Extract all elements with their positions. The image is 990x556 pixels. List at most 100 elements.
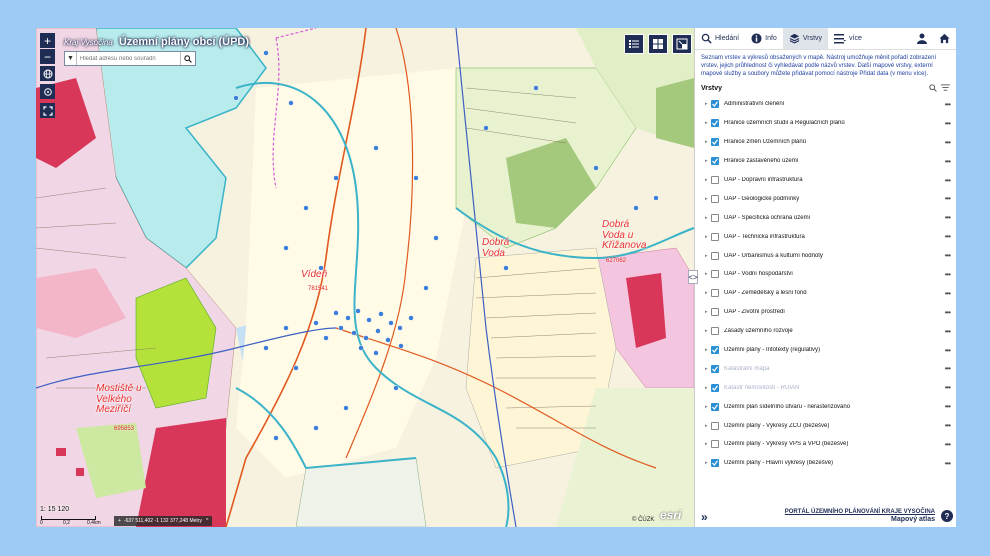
zoom-in-button[interactable]: +: [40, 33, 55, 48]
layer-row[interactable]: ▸ Územní plány - Hlavní výkresy (bezešvé)…: [705, 454, 951, 473]
side-panel: Hledání Info Vrstvy více Seznam vrstev a…: [694, 28, 956, 527]
more-options-icon[interactable]: •••: [936, 100, 951, 109]
layer-row[interactable]: ▸ ÚAP - Urbanismus a kulturní hodnoty •••: [705, 246, 951, 265]
layer-checkbox[interactable]: [711, 402, 719, 411]
layer-row[interactable]: ▸ Územní plány - Infotexty (regulativy) ••…: [705, 341, 951, 360]
tab-more[interactable]: více: [828, 28, 868, 49]
more-options-icon[interactable]: •••: [936, 194, 951, 203]
layer-checkbox[interactable]: [711, 100, 719, 109]
layer-row[interactable]: ▸ Katastr nemovitostí - RÚIAN •••: [705, 378, 951, 397]
more-options-icon[interactable]: •••: [936, 138, 951, 147]
layer-label: Hranice územních studií a Regulačních pl…: [724, 120, 845, 127]
layer-row[interactable]: ▸ ÚAP - Životní prostředí •••: [705, 303, 951, 322]
layer-checkbox[interactable]: [711, 346, 719, 355]
layer-row[interactable]: ▸ ÚAP - Geologické podmínky •••: [705, 189, 951, 208]
layer-checkbox[interactable]: [711, 421, 719, 430]
more-options-icon[interactable]: •••: [936, 327, 951, 336]
search-icon[interactable]: [929, 84, 937, 92]
search-input[interactable]: [77, 52, 180, 65]
layer-checkbox[interactable]: [711, 270, 719, 279]
layer-row[interactable]: ▸ Územní plán sídelního útvaru - neraster…: [705, 397, 951, 416]
more-options-icon[interactable]: •••: [936, 213, 951, 222]
more-options-icon[interactable]: •••: [936, 440, 951, 449]
locate-button[interactable]: [40, 84, 55, 99]
search-button[interactable]: [180, 52, 195, 65]
scale-text: 1: 15 120: [40, 506, 70, 513]
more-options-icon[interactable]: •••: [936, 459, 951, 468]
layer-checkbox[interactable]: [711, 308, 719, 317]
legend-button[interactable]: [624, 34, 644, 54]
more-options-icon[interactable]: •••: [936, 308, 951, 317]
tab-info[interactable]: Info: [745, 28, 783, 49]
home-button[interactable]: [933, 28, 956, 49]
user-button[interactable]: [911, 28, 933, 49]
more-options-icon[interactable]: •••: [936, 232, 951, 241]
help-button[interactable]: ?: [941, 510, 953, 522]
layer-label: ÚAP - Specifická ochrana území: [724, 214, 811, 221]
panel-collapse-handle[interactable]: <>: [688, 270, 698, 284]
layer-row[interactable]: ▸ Hranice změn Územních plánů •••: [705, 133, 951, 152]
address-search: ▼: [64, 51, 196, 66]
more-options-icon[interactable]: •••: [936, 119, 951, 128]
layer-row[interactable]: ▸ ÚAP - Specifická ochrana území •••: [705, 208, 951, 227]
search-source-dropdown[interactable]: ▼: [65, 52, 77, 65]
home-icon: [939, 33, 950, 44]
more-options-icon[interactable]: •••: [936, 251, 951, 260]
tab-search[interactable]: Hledání: [695, 28, 745, 49]
plus-icon: +: [118, 518, 121, 524]
more-options-icon[interactable]: •••: [936, 383, 951, 392]
layer-checkbox[interactable]: [711, 383, 719, 392]
more-options-icon[interactable]: •••: [936, 402, 951, 411]
fullscreen-button[interactable]: [40, 103, 55, 118]
layer-checkbox[interactable]: [711, 289, 719, 298]
layer-checkbox[interactable]: [711, 138, 719, 147]
scale-tick-0: 0: [40, 520, 43, 526]
tab-info-label: Info: [765, 35, 777, 42]
map-view[interactable]: Vídeň 781541 Dobrá Voda Dobrá Voda u Kři…: [36, 28, 694, 527]
layer-row[interactable]: ▸ Hranice zastavěného území •••: [705, 152, 951, 171]
layer-row[interactable]: ▸ Katastrální mapa •••: [705, 359, 951, 378]
layer-checkbox[interactable]: [711, 440, 719, 449]
expand-panel-button[interactable]: »: [701, 510, 708, 524]
layers-icon: [789, 33, 800, 44]
more-options-icon[interactable]: •••: [936, 421, 951, 430]
layer-checkbox[interactable]: [711, 459, 719, 468]
basemap-button[interactable]: [648, 34, 668, 54]
layer-row[interactable]: ▸ Administrativní členění •••: [705, 95, 951, 114]
layer-checkbox[interactable]: [711, 232, 719, 241]
layer-checkbox[interactable]: [711, 194, 719, 203]
layer-row[interactable]: ▸ Hranice územních studií a Regulačních p…: [705, 114, 951, 133]
layer-checkbox[interactable]: [711, 213, 719, 222]
more-options-icon[interactable]: •••: [936, 346, 951, 355]
layer-row[interactable]: ▸ ÚAP - Technická infrastruktura •••: [705, 227, 951, 246]
chevron-left-right-icon: <>: [688, 272, 698, 282]
chevron-up-icon[interactable]: ^: [206, 518, 208, 524]
layer-row[interactable]: ▸ ÚAP - Vodní hospodářství •••: [705, 265, 951, 284]
layer-checkbox[interactable]: [711, 327, 719, 336]
more-options-icon[interactable]: •••: [936, 289, 951, 298]
layer-checkbox[interactable]: [711, 157, 719, 166]
layer-row[interactable]: ▸ ÚAP - Zemědělský a lesní fond •••: [705, 284, 951, 303]
zoom-out-button[interactable]: −: [40, 49, 55, 64]
map-canvas[interactable]: [36, 28, 694, 527]
more-options-icon[interactable]: •••: [936, 176, 951, 185]
layer-row[interactable]: ▸ Územní plány - Výkresy ZČÚ (bezešvé) •••: [705, 416, 951, 435]
layer-row[interactable]: ▸ Zásady územního rozvoje •••: [705, 322, 951, 341]
more-options-icon[interactable]: •••: [936, 157, 951, 166]
tab-layers[interactable]: Vrstvy: [782, 28, 829, 49]
filter-list-icon[interactable]: [941, 84, 950, 92]
portal-link[interactable]: PORTÁL ÚZEMNÍHO PLÁNOVÁNÍ KRAJE VYSOČINA: [785, 509, 935, 515]
more-options-icon[interactable]: •••: [936, 270, 951, 279]
more-options-icon[interactable]: •••: [936, 364, 951, 373]
layer-row[interactable]: ▸ Územní plány - Výkresy VPS a VPO (bezeš…: [705, 435, 951, 454]
grid-icon: [653, 39, 663, 49]
layer-checkbox[interactable]: [711, 176, 719, 184]
layer-checkbox[interactable]: [711, 119, 719, 128]
layer-checkbox[interactable]: [711, 364, 719, 373]
place-label-dobra-voda-krizanova: Dobrá Voda u Křižanova: [602, 219, 647, 251]
layer-row[interactable]: ▸ ÚAP - Dopravní infrastruktura •••: [705, 171, 951, 190]
layer-checkbox[interactable]: [711, 251, 719, 260]
overview-button[interactable]: [672, 34, 692, 54]
home-view-button[interactable]: [40, 66, 55, 81]
layers-title: Vrstvy: [701, 84, 723, 92]
